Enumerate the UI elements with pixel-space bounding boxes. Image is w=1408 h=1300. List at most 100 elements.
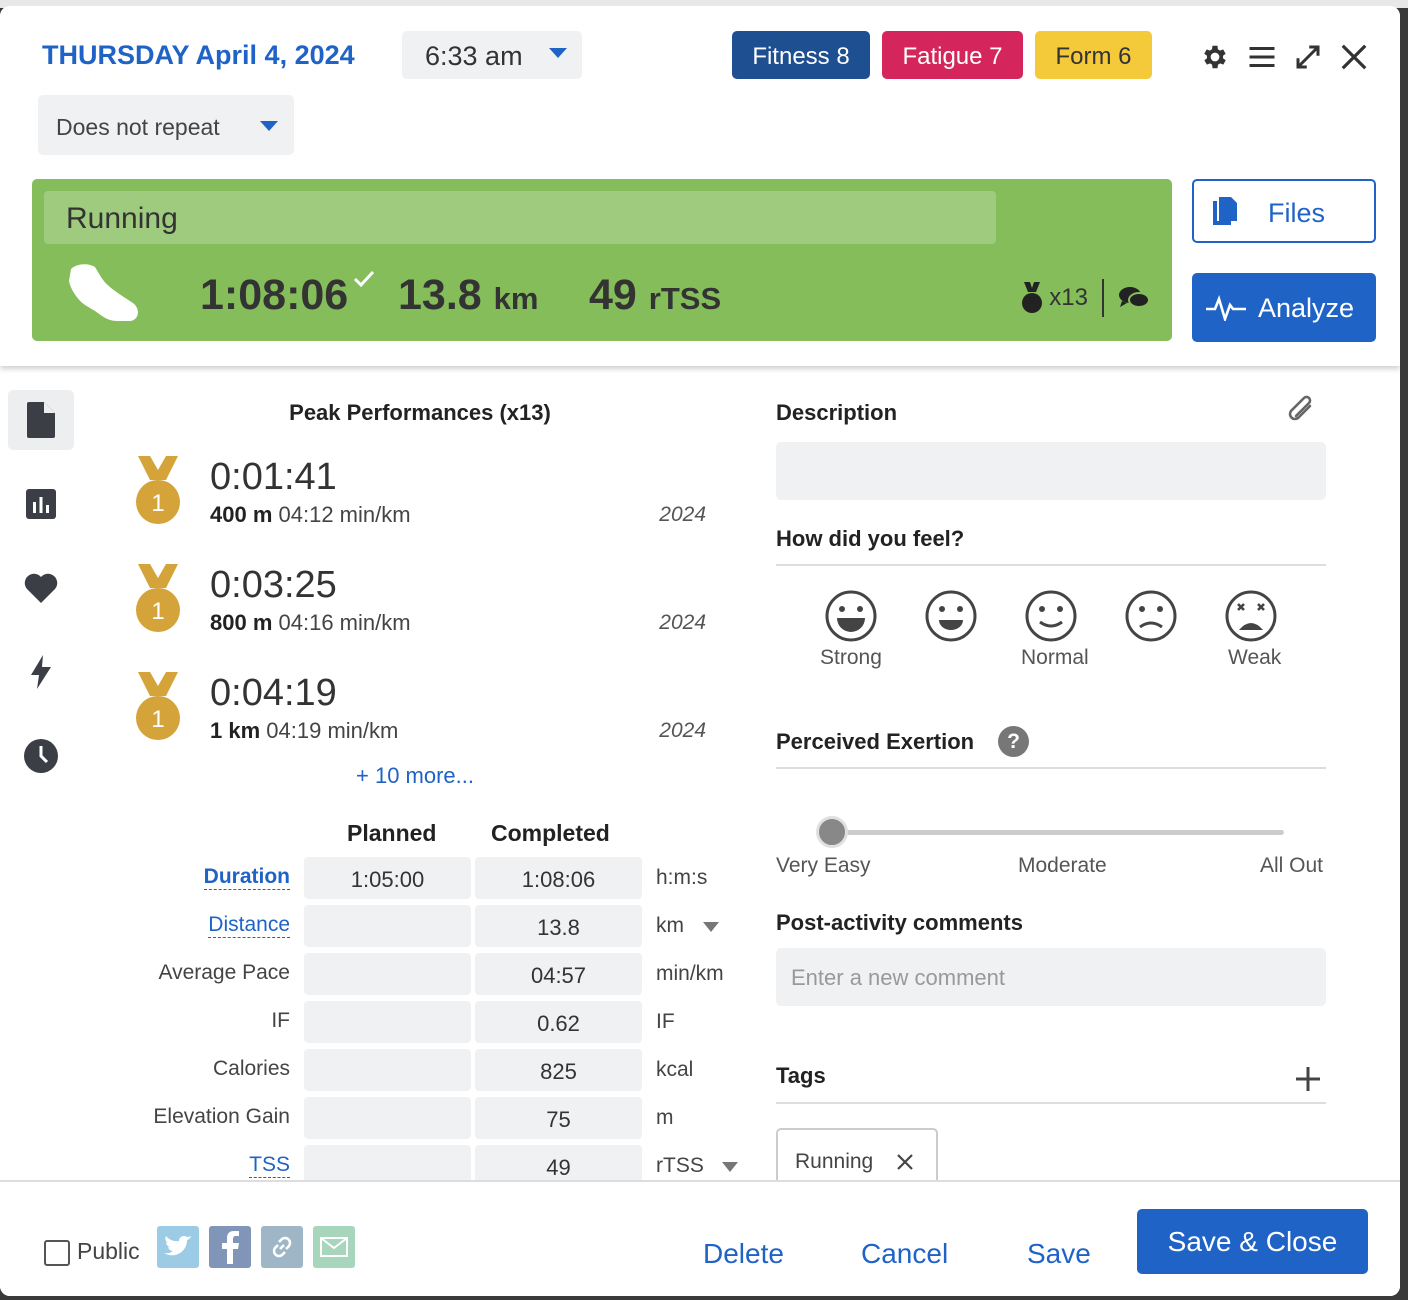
repeat-select[interactable]: Does not repeat (38, 95, 294, 155)
workout-summary-card: Running 1:08:06 13.8 km 49 rTSS x13 (32, 179, 1172, 341)
completed-header: Completed (491, 820, 610, 846)
close-icon[interactable] (1339, 42, 1369, 72)
tab-heart-rate[interactable] (8, 558, 74, 618)
delete-button[interactable]: Delete (703, 1238, 784, 1270)
link-share-icon[interactable] (261, 1226, 303, 1268)
peak-item[interactable]: 1 0:01:41 400 m 04:12 min/km 2024 (134, 456, 714, 546)
fatigue-badge[interactable]: Fatigue 7 (882, 31, 1023, 79)
add-tag-icon[interactable] (1295, 1066, 1321, 1092)
distance-stat: 13.8 km (398, 271, 538, 320)
completed-elevation-input[interactable]: 75 (475, 1097, 642, 1139)
divider (776, 767, 1326, 769)
description-input[interactable] (776, 442, 1326, 500)
bar-chart-icon (26, 489, 56, 519)
more-peaks-link[interactable]: + 10 more... (356, 763, 474, 789)
peak-year: 2024 (659, 719, 706, 742)
exertion-label-high: All Out (1260, 854, 1324, 877)
tab-power[interactable] (8, 642, 74, 702)
peak-item[interactable]: 1 0:03:25 800 m 04:16 min/km 2024 (134, 564, 714, 654)
duration-label[interactable]: Duration (203, 865, 290, 890)
workout-title-field[interactable]: Running (44, 191, 996, 244)
tab-charts[interactable] (8, 474, 74, 534)
files-button[interactable]: Files (1192, 179, 1376, 243)
expand-icon[interactable] (1293, 42, 1323, 72)
form-badge[interactable]: Form 6 (1035, 31, 1152, 79)
svg-text:1: 1 (151, 706, 164, 733)
elevation-label: Elevation Gain (153, 1105, 290, 1128)
tss-stat: 49 rTSS (589, 271, 721, 320)
save-close-button[interactable]: Save & Close (1137, 1209, 1368, 1274)
facebook-share-icon[interactable] (209, 1226, 251, 1268)
comments-icon[interactable] (1118, 285, 1150, 311)
card-peaks-info[interactable]: x13 (1021, 279, 1150, 317)
metric-row-calories: Calories 825 kcal (100, 1049, 760, 1091)
time-select[interactable]: 6:33 am (402, 31, 582, 79)
tab-summary[interactable] (8, 390, 74, 450)
remove-tag-icon[interactable] (896, 1153, 914, 1171)
distance-value: 13.8 (398, 271, 482, 319)
duration-stat: 1:08:06 (200, 270, 375, 320)
chevron-down-icon[interactable] (722, 1162, 738, 1172)
planned-distance-input[interactable] (304, 905, 471, 947)
peak-detail: 1 km 04:19 min/km (210, 718, 399, 743)
feel-strong-icon[interactable] (821, 586, 881, 646)
cancel-button[interactable]: Cancel (861, 1238, 948, 1270)
analyze-button[interactable]: Analyze (1192, 273, 1376, 342)
exertion-label-mid: Moderate (1018, 854, 1107, 877)
planned-calories-input[interactable] (304, 1049, 471, 1091)
if-unit: IF (656, 1010, 675, 1033)
planned-pace-input[interactable] (304, 953, 471, 995)
exertion-slider-track[interactable] (833, 830, 1284, 835)
workout-modal: THURSDAY April 4, 2024 6:33 am Does not … (0, 6, 1400, 1296)
weekday: THURSDAY (42, 40, 190, 70)
completed-distance-input[interactable]: 13.8 (475, 905, 642, 947)
peak-item[interactable]: 1 0:04:19 1 km 04:19 min/km 2024 (134, 672, 714, 762)
lightning-icon (31, 655, 51, 689)
feel-normal-icon[interactable] (1021, 586, 1081, 646)
public-checkbox[interactable] (44, 1240, 70, 1266)
email-share-icon[interactable] (313, 1226, 355, 1268)
paperclip-icon[interactable] (1284, 392, 1318, 428)
fitness-badge[interactable]: Fitness 8 (732, 31, 870, 79)
distance-label[interactable]: Distance (208, 913, 290, 938)
completed-duration-input[interactable]: 1:08:06 (475, 857, 642, 899)
comments-title: Post-activity comments (776, 910, 1023, 935)
workout-date[interactable]: THURSDAY April 4, 2024 (42, 40, 355, 71)
duration-unit: h:m:s (656, 866, 708, 889)
date-text: April 4, 2024 (195, 40, 355, 70)
completed-if-input[interactable]: 0.62 (475, 1001, 642, 1043)
clock-icon (24, 739, 58, 773)
modal-footer: Public Delete Cancel Save Save & Close (0, 1180, 1400, 1296)
chevron-down-icon[interactable] (703, 922, 719, 932)
chevron-down-icon (549, 48, 567, 58)
pulse-icon (1206, 295, 1246, 321)
svg-text:1: 1 (151, 598, 164, 625)
modal-header: THURSDAY April 4, 2024 6:33 am Does not … (0, 6, 1400, 366)
feel-weak-icon[interactable] (1221, 586, 1281, 646)
twitter-share-icon[interactable] (157, 1226, 199, 1268)
tab-time[interactable] (8, 726, 74, 786)
files-icon (1213, 197, 1237, 225)
elevation-unit: m (656, 1106, 674, 1129)
completed-pace-input[interactable]: 04:57 (475, 953, 642, 995)
distance-unit-select[interactable]: km (656, 914, 684, 938)
planned-if-input[interactable] (304, 1001, 471, 1043)
tss-unit-select[interactable]: rTSS (656, 1154, 704, 1178)
duration-value: 1:08:06 (200, 271, 349, 319)
peak-time: 0:03:25 (210, 564, 337, 606)
planned-duration-input[interactable]: 1:05:00 (304, 857, 471, 899)
tss-label[interactable]: TSS (249, 1153, 290, 1178)
exertion-slider-handle[interactable] (816, 816, 848, 848)
planned-elevation-input[interactable] (304, 1097, 471, 1139)
chevron-down-icon (260, 121, 278, 131)
comment-input[interactable]: Enter a new comment (776, 948, 1326, 1006)
save-button[interactable]: Save (1027, 1238, 1091, 1270)
help-icon[interactable]: ? (998, 726, 1029, 757)
feel-strong-label: Strong (820, 646, 882, 669)
feel-poor-icon[interactable] (1121, 586, 1181, 646)
completed-calories-input[interactable]: 825 (475, 1049, 642, 1091)
peak-time: 0:04:19 (210, 672, 337, 714)
gear-icon[interactable] (1200, 42, 1230, 72)
feel-good-icon[interactable] (921, 586, 981, 646)
menu-icon[interactable] (1247, 42, 1277, 72)
